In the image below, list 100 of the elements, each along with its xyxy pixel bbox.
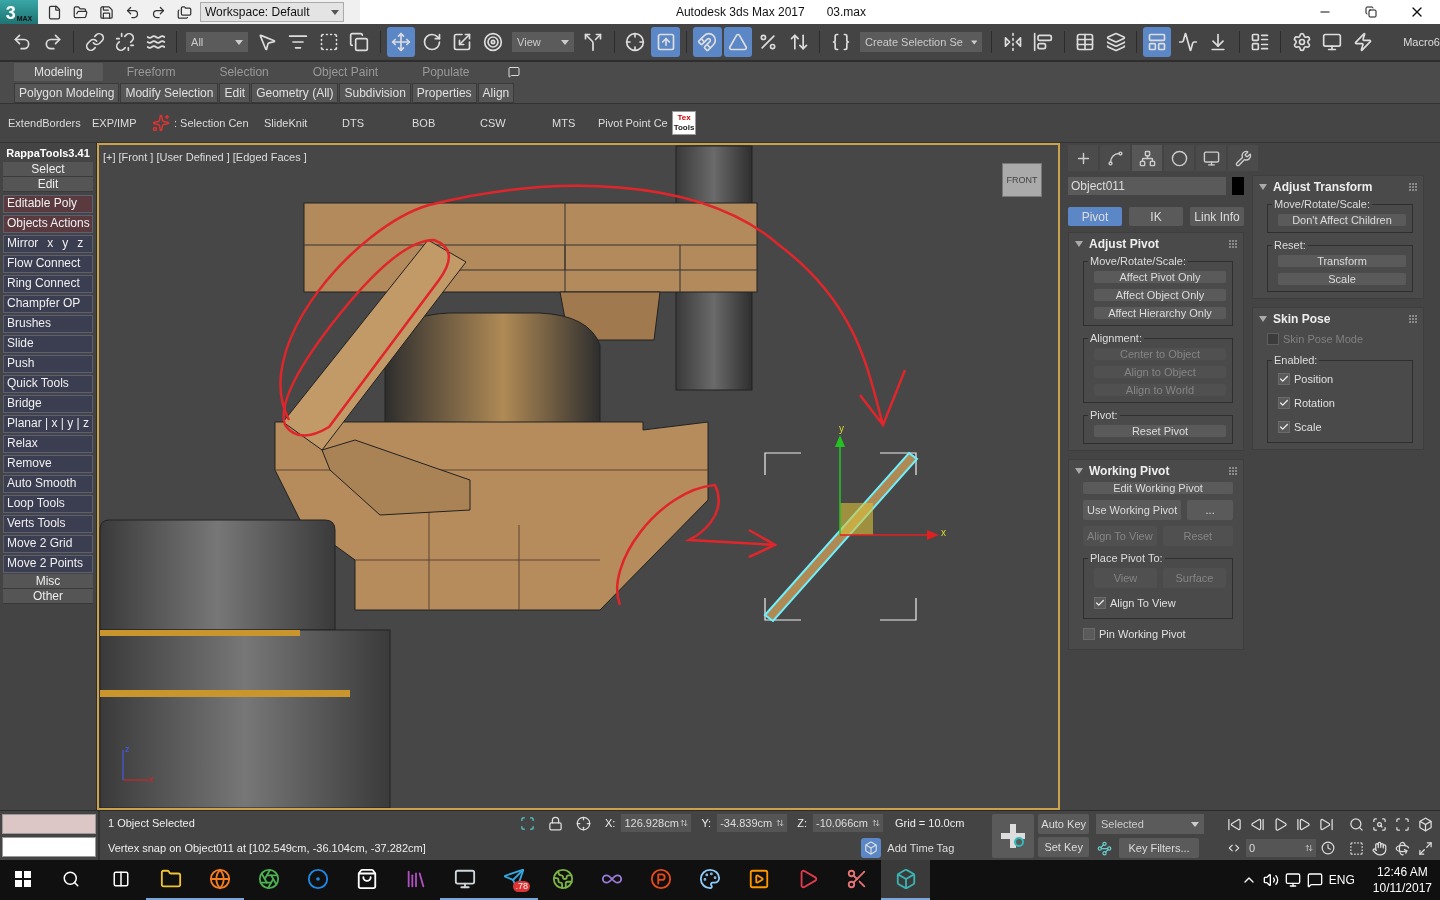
tool-button[interactable]: Flow Connect [3,255,93,273]
panel-button[interactable]: Scale [1278,273,1406,285]
dropdown[interactable]: View [512,32,575,52]
viewport-menu[interactable]: [Edged Faces ] [232,151,307,163]
toolbar-button[interactable]: : Selection Cen [152,114,264,132]
prompt-text: Vertex snap on Object011 at [102.549cm, -36.104cm, -37.282cm] [108,841,426,854]
tool-button[interactable]: Brushes [3,315,93,333]
group-label: Alignment: [1089,332,1143,344]
tool-button[interactable]: Verts Tools [3,515,93,533]
panel-button[interactable]: Use Working Pivot [1083,500,1182,520]
tool-button[interactable]: Slide [3,335,93,353]
view-cube[interactable]: FRONT [1002,163,1042,197]
panel-button[interactable]: Affect Object Only [1094,289,1226,301]
group-label: Enabled: [1273,354,1319,366]
coordinate-field[interactable]: 126.928cm [621,814,692,833]
tool-button[interactable]: Auto Smooth [3,475,93,493]
ribbon-panel[interactable]: Align [477,83,515,103]
tool-button[interactable]: Loop Tools [3,495,93,513]
add-time-tag-button[interactable]: Add Time Tag [855,836,961,859]
clock-text[interactable]: 12:46 AM 10/11/2017 [1372,864,1432,896]
mode-button[interactable]: IK [1129,207,1183,226]
axis-label: Z: [797,817,807,830]
ribbon-panel[interactable]: Modify Selection [120,83,219,103]
mode-button[interactable]: Link Info [1190,207,1244,226]
panel-button[interactable]: Affect Hierarchy Only [1094,307,1226,319]
toolbar-button[interactable]: Pivot Point Ce [598,117,672,129]
ribbon-tab[interactable]: Object Paint [292,63,399,81]
dropdown[interactable]: Create Selection Se [860,32,983,52]
panel-button[interactable]: Don't Affect Children [1278,214,1406,226]
auto-key-button[interactable]: Auto Key [1038,814,1089,834]
ribbon-panel[interactable]: Properties [411,83,477,103]
toolbar-button[interactable]: MTS [552,117,598,129]
tool-button[interactable]: Push [3,355,93,373]
viewport-menu[interactable]: [Front ] [118,151,154,163]
ribbon-tab[interactable]: Populate [402,63,490,81]
panel-button[interactable]: Affect Pivot Only [1094,271,1226,283]
group-label: Place Pivot To: [1089,552,1164,564]
grid-size-text: Grid = 10.0cm [894,817,965,830]
dropdown[interactable]: All [186,32,249,52]
toolbar-button[interactable]: SlideKnit [264,117,342,129]
workspace-dropdown[interactable]: Workspace: Default [200,2,344,22]
rollout-title: Skin Pose [1273,312,1332,326]
panel-button[interactable]: ... [1187,500,1233,520]
frame-field[interactable]: 0 [1246,839,1316,857]
axis-label: X: [605,817,616,830]
set-key-button[interactable]: Set Key [1038,837,1089,857]
group-label: Pivot: [1089,409,1119,421]
toolbar-button[interactable]: BOB [412,117,480,129]
tool-button[interactable]: Relax [3,435,93,453]
section-header[interactable]: Edit [3,177,93,192]
rollout-title: Adjust Transform [1273,180,1374,194]
key-filters-button[interactable]: Key Filters... [1119,838,1199,858]
checkbox-label: Scale [1294,421,1322,433]
group-label: Reset: [1273,239,1307,251]
coordinate-field[interactable]: -10.066cm [812,814,883,833]
tool-button[interactable]: Editable Poly [3,195,93,213]
viewport-menu[interactable]: [User Defined ] [156,151,230,163]
tool-button[interactable]: Remove [3,455,93,473]
tool-button[interactable]: Move 2 Points [3,555,93,573]
tool-button[interactable]: Planar | x | y | z [3,415,93,433]
tool-button[interactable]: Objects Actions [3,215,93,233]
checkbox-label: Rotation [1294,397,1335,409]
key-mode-dropdown[interactable]: Selected [1096,814,1204,834]
section-header[interactable]: Misc [3,574,93,589]
coordinate-field[interactable]: -34.839cm [717,814,788,833]
tool-button[interactable]: Move 2 Grid [3,535,93,553]
ribbon-tab[interactable]: Freeform [106,63,196,81]
ribbon-panel[interactable]: Geometry (All) [251,83,339,103]
macro-label[interactable]: Macro6 [1403,36,1440,48]
window-title: Autodesk 3ds Max 2017 [675,5,805,19]
toolbar-button[interactable]: DTS [342,117,412,129]
axis-label: x [941,527,946,538]
tool-button[interactable]: Quick Tools [3,375,93,393]
ribbon-tab[interactable]: Modeling [14,63,103,81]
axis-label: y [839,423,844,434]
tool-button[interactable]: Champfer OP [3,295,93,313]
toolbar-button[interactable]: EXP/IMP [92,117,152,129]
object-name-field[interactable]: Object011 [1068,177,1226,195]
panel-button[interactable]: Edit Working Pivot [1083,482,1233,494]
selection-status: 1 Object Selected [108,817,195,830]
ribbon-panel[interactable]: Polygon Modeling [14,83,120,103]
panel-button[interactable]: Reset Pivot [1094,425,1226,437]
ribbon-tab[interactable]: Selection [199,63,289,81]
taskbar-app-button[interactable]: .78 [489,860,538,900]
rollout-title: Working Pivot [1089,464,1171,478]
tool-button[interactable]: Bridge [3,395,93,413]
group-label: Move/Rotate/Scale: [1273,198,1371,210]
toolbar-button[interactable]: CSW [480,117,552,129]
axis-label: Y: [701,817,712,830]
tool-button[interactable]: Ring Connect [3,275,93,293]
rollout-title: Adjust Pivot [1089,237,1160,251]
checkbox-label: Pin Working Pivot [1099,628,1186,640]
toolbar-button[interactable]: ExtendBorders [8,117,92,129]
tool-button[interactable]: Mirror x y z [3,235,93,253]
section-header[interactable]: Other [3,589,93,604]
ribbon-panel[interactable]: Subdivision [339,83,411,103]
viewport-menu[interactable]: [+] [103,151,116,163]
ribbon-panel[interactable]: Edit [219,83,251,103]
panel-button[interactable]: Transform [1278,255,1406,267]
section-header[interactable]: Select [3,162,93,177]
